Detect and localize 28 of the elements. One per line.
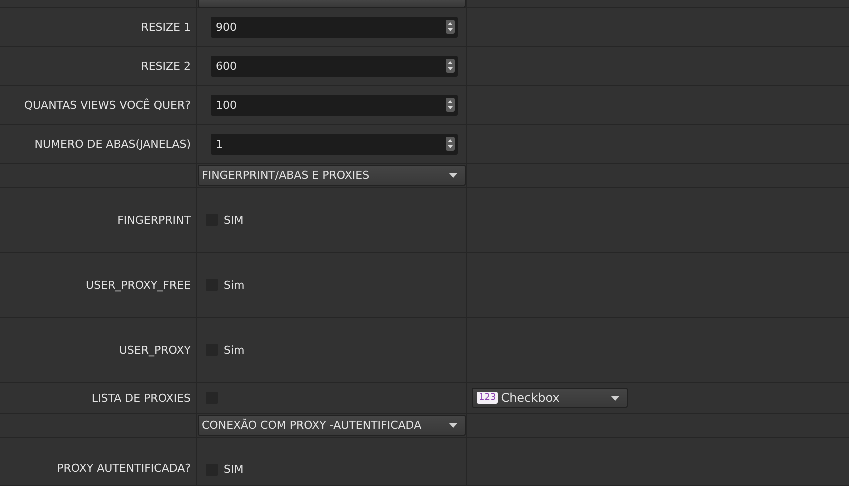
checkbox-label: Sim (224, 344, 245, 356)
number-type-icon: 123 (477, 392, 498, 404)
number-field[interactable]: 900 (211, 16, 458, 38)
spinner-icon[interactable] (446, 20, 455, 34)
spinner-icon[interactable] (446, 59, 455, 73)
field-label: USER_PROXY (119, 344, 191, 356)
checkbox-label: SIM (224, 463, 244, 476)
checkbox-label: Sim (224, 278, 245, 292)
field-label: RESIZE 1 (141, 20, 191, 34)
field-label: PROXY AUTENTIFICADA? (57, 462, 191, 475)
field-label: NUMERO DE ABAS(JANELAS) (34, 138, 191, 150)
caret-icon (449, 423, 458, 428)
field-label: QUANTAS VIEWS VOCÊ QUER? (24, 98, 191, 112)
field-label: LISTA DE PROXIES (92, 392, 191, 404)
caret-icon (449, 173, 458, 178)
dropdown[interactable]: FINGERPRINT/ABAS E PROXIES (198, 165, 466, 186)
number-field[interactable]: 600 (211, 56, 458, 76)
caret-icon (611, 396, 620, 400)
checkbox-label: SIM (224, 214, 244, 226)
field-label: USER_PROXY_FREE (86, 278, 191, 292)
spinner-icon[interactable] (446, 137, 455, 151)
type-dropdown[interactable]: 123 Checkbox (472, 388, 628, 408)
number-field[interactable]: 100 (211, 94, 458, 116)
dropdown[interactable]: CONEXÃO COM PROXY -AUTENTIFICADA (198, 415, 466, 436)
spinner-icon[interactable] (446, 98, 455, 112)
field-label: FINGERPRINT (118, 214, 191, 226)
number-field[interactable]: 1 (211, 134, 458, 154)
field-label: RESIZE 2 (141, 60, 191, 72)
